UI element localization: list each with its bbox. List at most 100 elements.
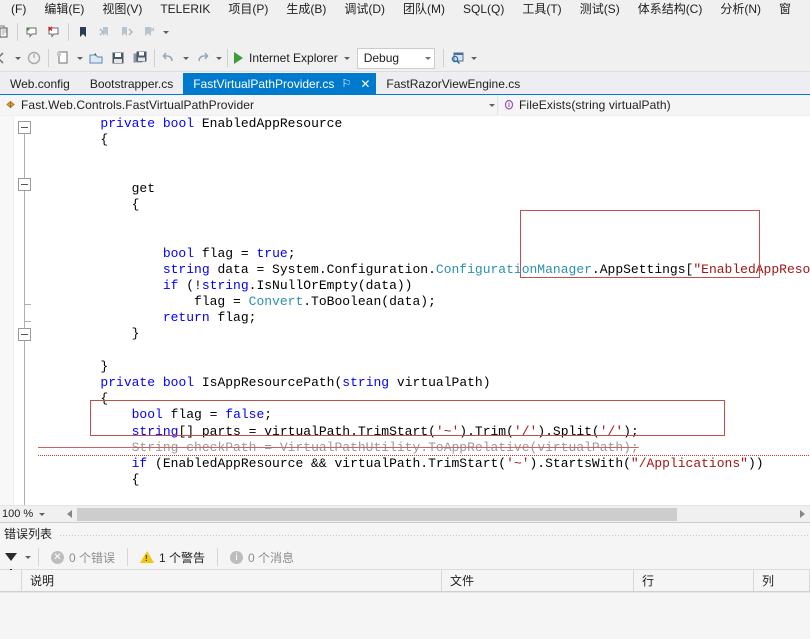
code-token: { <box>100 132 109 148</box>
visual-studio-window: (F) 编辑(E) 视图(V) TELERIK 项目(P) 生成(B) 调试(D) 团队(M)… <box>0 0 810 639</box>
title-dotted-rule <box>60 534 810 536</box>
close-icon[interactable]: ✕ <box>358 78 372 90</box>
filter-dropdown-icon[interactable] <box>22 546 33 568</box>
save-icon[interactable] <box>107 47 129 69</box>
menu-item-9[interactable]: 工具(T) <box>513 0 570 19</box>
menu-item-8[interactable]: SQL(Q) <box>454 0 513 19</box>
class-selector-combo[interactable]: Fast.Web.Controls.FastVirtualPathProvide… <box>0 95 498 115</box>
code-token: if <box>162 277 179 293</box>
start-debugging-button[interactable]: Internet Explorer <box>231 48 342 69</box>
code-token: Convert <box>248 294 304 310</box>
messages-filter-button[interactable]: i 0 个消息 <box>223 546 301 568</box>
menu-item-12[interactable]: 分析(N) <box>711 0 770 19</box>
error-list-title-bar: 错误列表 <box>0 523 810 545</box>
navigate-back-dropdown-icon[interactable] <box>12 47 23 69</box>
warnings-filter-button[interactable]: 1 个警告 <box>133 546 212 568</box>
navigate-back-icon[interactable] <box>0 47 12 69</box>
error-list-column-header[interactable]: 行 <box>634 570 754 591</box>
document-tab[interactable]: FastRazorViewEngine.cs <box>376 73 531 94</box>
redo-icon[interactable] <box>191 47 213 69</box>
undo-icon[interactable] <box>158 47 180 69</box>
document-tab[interactable]: Bootstrapper.cs <box>79 73 184 94</box>
navigate-forward-icon[interactable] <box>23 47 45 69</box>
error-list-column-header[interactable]: 文件 <box>442 570 634 591</box>
editor-zoom-control[interactable]: 100 % <box>0 505 62 523</box>
menu-item-11[interactable]: 体系结构(C) <box>629 0 712 19</box>
remove-comment-icon[interactable] <box>43 21 65 43</box>
toolbar-separator <box>154 49 155 67</box>
document-tab[interactable]: FastVirtualPathProvider.cs ⚐ ✕ <box>183 73 377 94</box>
error-list-column-header[interactable] <box>0 570 22 591</box>
error-list-column-headers: 说明 文件行列 <box>0 570 810 592</box>
code-token: return <box>162 310 210 326</box>
new-item-icon[interactable] <box>52 47 74 69</box>
code-line: get <box>38 181 810 197</box>
code-token: } <box>131 326 140 342</box>
menu-item-0[interactable]: (F) <box>2 0 35 19</box>
code-token: bool <box>162 116 195 131</box>
error-list-column-header[interactable]: 说明 <box>22 570 442 591</box>
code-token: ; <box>287 245 296 261</box>
collapse-toggle-icon[interactable] <box>18 328 31 341</box>
document-tab[interactable]: Web.config <box>0 73 80 94</box>
error-list-column-header[interactable]: 列 <box>754 570 810 591</box>
editor-bottom-bar: 100 % <box>0 505 810 523</box>
errors-filter-button[interactable]: ✕ 0 个错误 <box>44 546 122 568</box>
undo-dropdown-icon[interactable] <box>180 47 191 69</box>
collapse-toggle-icon[interactable] <box>18 121 31 134</box>
find-window-icon[interactable] <box>447 47 469 69</box>
menu-item-13[interactable]: 窗 <box>770 0 800 19</box>
menu-item-7[interactable]: 团队(M) <box>394 0 454 19</box>
scroll-left-icon[interactable] <box>62 507 77 522</box>
chevron-down-icon[interactable] <box>489 103 495 107</box>
browser-select-dropdown-icon[interactable] <box>342 47 353 69</box>
bookmark-icon[interactable] <box>72 21 94 43</box>
copy-icon[interactable] <box>0 21 14 43</box>
scroll-right-icon[interactable] <box>795 507 810 522</box>
scroll-thumb[interactable] <box>77 507 677 521</box>
code-token: .IsNullOrEmpty(data)) <box>248 277 413 293</box>
new-item-dropdown-icon[interactable] <box>74 47 85 69</box>
toolbar-overflow-icon[interactable] <box>469 47 480 69</box>
menu-bar: (F) 编辑(E) 视图(V) TELERIK 项目(P) 生成(B) 调试(D) 团队(M)… <box>0 0 810 19</box>
menu-item-3[interactable]: TELERIK <box>151 0 219 19</box>
play-icon <box>234 52 243 64</box>
document-tab-label: Web.config <box>10 76 70 91</box>
clear-bookmarks-icon[interactable] <box>138 21 160 43</box>
code-editor[interactable]: private bool EnabledAppResource { get { … <box>0 116 810 505</box>
pin-tab-icon[interactable]: ⚐ <box>339 78 353 90</box>
chevron-down-icon[interactable] <box>39 512 46 516</box>
menu-item-6[interactable]: 调试(D) <box>335 0 394 19</box>
menu-item-2[interactable]: 视图(V) <box>93 0 151 19</box>
info-icon: i <box>230 550 244 564</box>
scroll-track[interactable] <box>77 506 795 522</box>
menu-item-10[interactable]: 测试(S) <box>571 0 629 19</box>
messages-count-label: 0 个消息 <box>248 550 295 565</box>
add-comment-icon[interactable] <box>21 21 43 43</box>
menu-item-1[interactable]: 编辑(E) <box>35 0 93 19</box>
code-text[interactable]: private bool EnabledAppResource { get { … <box>38 116 810 505</box>
redo-dropdown-icon[interactable] <box>213 47 224 69</box>
collapse-toggle-icon[interactable] <box>18 178 31 191</box>
filter-icon[interactable] <box>0 546 22 573</box>
code-token: (EnabledAppResource && virtualPath.TrimS… <box>147 455 507 471</box>
error-list-rows[interactable] <box>0 592 810 639</box>
open-file-icon[interactable] <box>85 47 107 69</box>
toolbar-separator <box>127 548 129 566</box>
prev-bookmark-icon[interactable] <box>94 21 116 43</box>
menu-item-5[interactable]: 生成(B) <box>277 0 335 19</box>
member-selector-combo[interactable]: FileExists(string virtualPath) <box>498 95 810 115</box>
next-bookmark-icon[interactable] <box>116 21 138 43</box>
outline-tick <box>24 321 31 322</box>
solution-configuration-combo[interactable]: Debug <box>356 47 435 69</box>
menu-item-4[interactable]: 项目(P) <box>219 0 277 19</box>
code-token: virtualPath) <box>389 375 491 390</box>
editor-horizontal-scrollbar[interactable] <box>62 505 810 523</box>
code-token: flag; <box>209 310 257 326</box>
save-all-icon[interactable] <box>129 47 151 69</box>
error-list-toolbar: ✕ 0 个错误 1 个警告 i 0 个消息 <box>0 545 810 573</box>
toolbar-overflow-icon[interactable] <box>160 21 171 43</box>
method-icon <box>502 98 516 112</box>
